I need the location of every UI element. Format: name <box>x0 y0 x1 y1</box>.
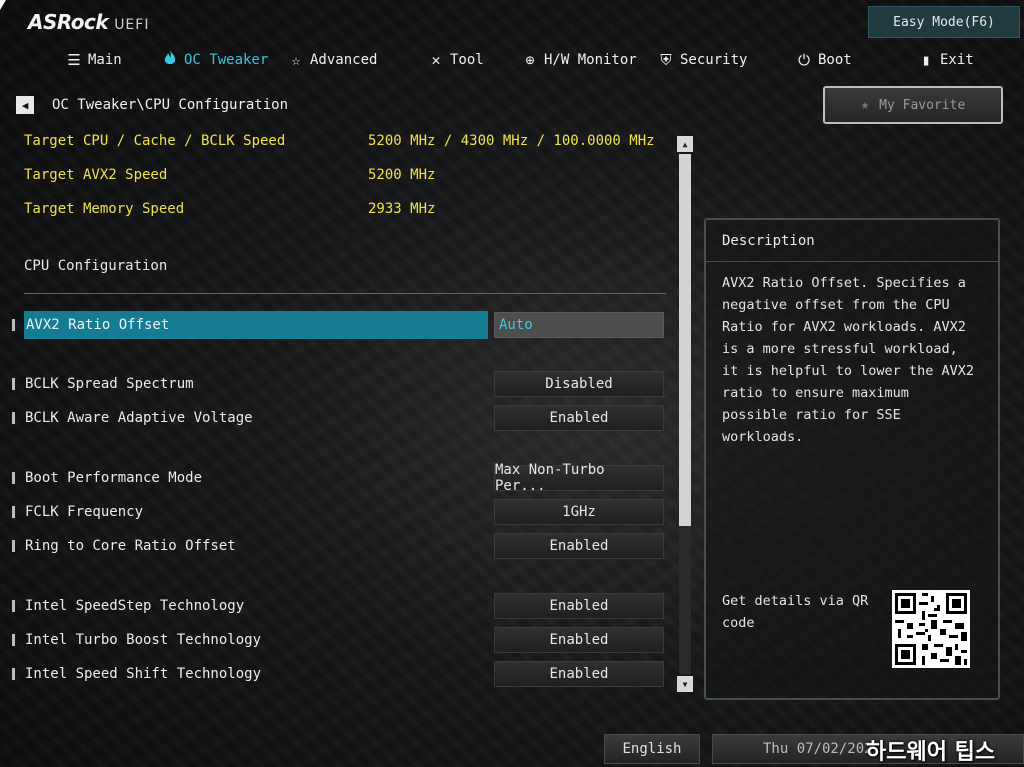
monitor-icon: ⊕ <box>525 51 535 69</box>
info-value-avx2-speed: 5200 MHz <box>368 167 436 183</box>
option-label: BCLK Aware Adaptive Voltage <box>25 410 253 426</box>
tab-label: Exit <box>940 52 974 68</box>
my-favorite-button[interactable]: ★ My Favorite <box>823 86 1003 124</box>
option-value[interactable]: Enabled <box>494 661 664 687</box>
tab-label: H/W Monitor <box>544 52 637 68</box>
option-label: FCLK Frequency <box>25 504 144 520</box>
row-marker <box>12 668 15 680</box>
favorite-label: My Favorite <box>879 97 966 113</box>
description-text: AVX2 Ratio Offset. Specifies a negative … <box>722 275 974 445</box>
list-icon: ☰ <box>67 51 81 69</box>
option-scrollbar[interactable]: ▲ ▼ <box>676 136 694 692</box>
option-label: Intel Turbo Boost Technology <box>25 632 262 648</box>
row-marker <box>12 540 15 552</box>
option-value[interactable]: Enabled <box>494 533 664 559</box>
breadcrumb-path: OC Tweaker\CPU Configuration <box>52 97 289 113</box>
info-label-memory-speed: Target Memory Speed <box>24 201 185 217</box>
exit-icon: ▮ <box>921 51 931 69</box>
info-label-cpu-speed: Target CPU / Cache / BCLK Speed <box>24 133 286 149</box>
asrock-logo: ASRock UEFI <box>28 10 149 34</box>
scroll-up-arrow-icon[interactable]: ▲ <box>677 136 693 152</box>
row-marker <box>12 472 15 484</box>
easy-mode-button[interactable]: Easy Mode(F6) <box>868 6 1020 38</box>
mouse-cursor-icon <box>0 0 6 10</box>
option-value[interactable]: 1GHz <box>494 499 664 525</box>
option-label: Boot Performance Mode <box>25 470 203 486</box>
tab-label: Main <box>88 52 122 68</box>
shield-icon: ⛨ <box>660 51 672 69</box>
option-row-ring-to-core-ratio-offset[interactable]: Ring to Core Ratio Offset Enabled <box>12 533 664 559</box>
option-label: Ring to Core Ratio Offset <box>25 538 236 554</box>
option-label: AVX2 Ratio Offset <box>24 311 488 339</box>
logo-uefi-text: UEFI <box>114 17 150 33</box>
option-row-intel-speed-shift[interactable]: Intel Speed Shift Technology Enabled <box>12 661 664 687</box>
option-row-intel-speedstep[interactable]: Intel SpeedStep Technology Enabled <box>12 593 664 619</box>
option-label: Intel SpeedStep Technology <box>25 598 245 614</box>
row-marker <box>12 378 15 390</box>
qr-label: Get details via QR code <box>722 593 869 631</box>
tab-oc-tweaker[interactable]: OC Tweaker <box>162 46 268 74</box>
power-icon: ⏻ <box>798 51 810 69</box>
option-row-intel-turbo-boost[interactable]: Intel Turbo Boost Technology Enabled <box>12 627 664 653</box>
main-tab-bar: ☰ Main OC Tweaker ☆ Advanced ✕ Tool ⊕ H/W Mo… <box>0 46 1024 74</box>
option-label: BCLK Spread Spectrum <box>25 376 194 392</box>
description-title: Description <box>706 220 998 262</box>
tab-label: OC Tweaker <box>184 52 269 68</box>
option-value[interactable]: Enabled <box>494 593 664 619</box>
back-arrow-icon[interactable]: ◀ <box>16 96 34 114</box>
tab-advanced[interactable]: ☆ Advanced <box>288 46 377 74</box>
option-label: Intel Speed Shift Technology <box>25 666 262 682</box>
row-marker <box>12 319 15 331</box>
row-marker <box>12 634 15 646</box>
info-value-memory-speed: 2933 MHz <box>368 201 436 217</box>
logo-text: ASRock <box>28 10 109 34</box>
section-title: CPU Configuration <box>24 258 168 274</box>
info-label-avx2-speed: Target AVX2 Speed <box>24 167 168 183</box>
flame-icon <box>162 50 178 70</box>
row-marker <box>12 600 15 612</box>
star-icon: ☆ <box>291 51 301 69</box>
option-row-avx2-ratio-offset[interactable]: AVX2 Ratio Offset Auto <box>12 311 664 339</box>
tab-boot[interactable]: ⏻ Boot <box>796 46 852 74</box>
tab-label: Tool <box>450 52 484 68</box>
breadcrumb: ◀ OC Tweaker\CPU Configuration <box>16 95 288 115</box>
option-row-boot-performance-mode[interactable]: Boot Performance Mode Max Non-Turbo Per.… <box>12 462 664 494</box>
tab-label: Security <box>680 52 748 68</box>
row-marker <box>12 412 15 424</box>
tab-tool[interactable]: ✕ Tool <box>428 46 484 74</box>
tab-label: Boot <box>818 52 852 68</box>
description-panel: Description AVX2 Ratio Offset. Specifies… <box>704 218 1000 700</box>
info-value-cpu-speed: 5200 MHz / 4300 MHz / 100.0000 MHz <box>368 133 655 149</box>
language-button[interactable]: English <box>604 734 700 764</box>
tab-main[interactable]: ☰ Main <box>66 46 122 74</box>
option-value[interactable]: Enabled <box>494 627 664 653</box>
qr-code-icon <box>892 590 970 668</box>
scroll-thumb[interactable] <box>679 154 691 526</box>
option-value[interactable]: Enabled <box>494 405 664 431</box>
tab-hw-monitor[interactable]: ⊕ H/W Monitor <box>522 46 637 74</box>
option-row-bclk-aware-adaptive-voltage[interactable]: BCLK Aware Adaptive Voltage Enabled <box>12 405 664 431</box>
option-row-fclk-frequency[interactable]: FCLK Frequency 1GHz <box>12 499 664 525</box>
tab-security[interactable]: ⛨ Security <box>658 46 747 74</box>
option-value[interactable]: Auto <box>494 312 664 338</box>
option-value[interactable]: Disabled <box>494 371 664 397</box>
row-marker <box>12 506 15 518</box>
option-row-bclk-spread-spectrum[interactable]: BCLK Spread Spectrum Disabled <box>12 371 664 397</box>
tab-label: Advanced <box>310 52 378 68</box>
section-divider <box>24 293 666 294</box>
tab-exit[interactable]: ▮ Exit <box>918 46 974 74</box>
scroll-down-arrow-icon[interactable]: ▼ <box>677 676 693 692</box>
tools-icon: ✕ <box>431 51 441 69</box>
watermark-text: 하드웨어 팁스 <box>866 740 996 765</box>
favorite-star-icon: ★ <box>860 97 870 113</box>
option-value[interactable]: Max Non-Turbo Per... <box>494 462 664 494</box>
